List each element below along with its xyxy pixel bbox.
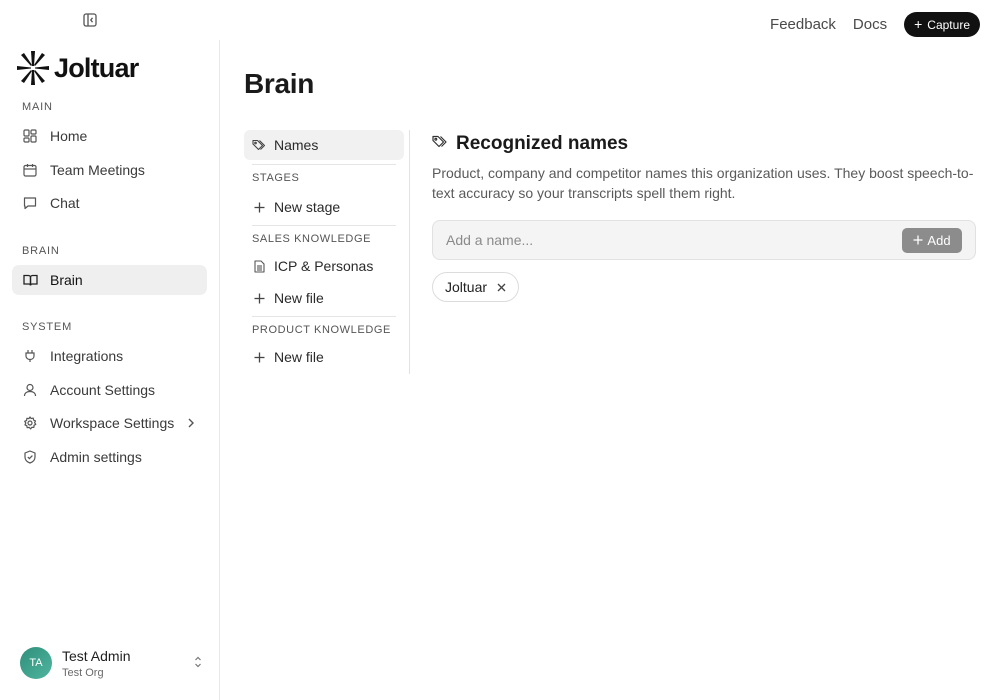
add-label: Add: [927, 233, 951, 248]
book-icon: [22, 272, 38, 288]
chat-icon: [22, 195, 38, 211]
sidebar-item-label: Workspace Settings: [50, 415, 175, 431]
shield-check-icon: [22, 449, 38, 465]
plus-icon: [913, 233, 923, 248]
new-stage-button[interactable]: New stage: [244, 192, 404, 222]
panel-title: Recognized names: [456, 133, 629, 154]
subnav-item-icp-personas[interactable]: ICP & Personas: [244, 251, 404, 281]
top-links: Feedback Docs + Capture: [770, 12, 980, 37]
sidebar-item-integrations[interactable]: Integrations: [12, 341, 207, 371]
page-title: Brain: [244, 68, 315, 99]
plus-icon: [252, 200, 266, 214]
sidebar-item-home[interactable]: Home: [12, 121, 207, 151]
panel-header: Recognized names: [432, 133, 977, 155]
sidebar-item-label: Team Meetings: [50, 162, 145, 178]
product-new-file-button[interactable]: New file: [244, 342, 404, 372]
sidebar-item-label: Brain: [50, 272, 83, 288]
sidebar-item-label: Home: [50, 128, 88, 144]
divider: [252, 316, 396, 317]
add-name-button[interactable]: Add: [902, 228, 962, 253]
chevron-right-icon: [187, 416, 195, 432]
user-name: Test Admin: [62, 647, 131, 664]
capture-label: Capture: [927, 17, 970, 32]
plus-icon: +: [914, 16, 923, 32]
subnav-item-label: New stage: [274, 199, 341, 215]
sidebar-item-label: Chat: [50, 195, 80, 211]
plug-icon: [22, 348, 38, 364]
panel-description: Product, company and competitor names th…: [432, 165, 974, 201]
subnav-item-label: Names: [274, 137, 319, 153]
subnav-item-label: New file: [274, 290, 324, 306]
user-icon: [22, 382, 38, 398]
tags-icon: [432, 135, 448, 154]
recognized-names-panel: Recognized names Product, company and co…: [432, 130, 977, 302]
name-chip-label: Joltuar: [445, 279, 488, 295]
sidebar-collapse-icon[interactable]: [82, 12, 98, 28]
plus-icon: [252, 291, 266, 305]
capture-button[interactable]: + Capture: [904, 12, 980, 37]
subnav-item-label: ICP & Personas: [274, 258, 374, 274]
sidebar-item-chat[interactable]: Chat: [12, 188, 207, 218]
joltuar-logo-icon: [17, 51, 49, 85]
sidebar-item-account-settings[interactable]: Account Settings: [12, 375, 207, 405]
user-menu[interactable]: TA Test Admin Test Org: [20, 646, 202, 680]
subnav-item-label: New file: [274, 349, 324, 365]
sidebar-item-label: Integrations: [50, 348, 124, 364]
divider: [252, 164, 396, 165]
subnav-label-stages: STAGES: [252, 172, 300, 184]
sidebar-item-admin-settings[interactable]: Admin settings: [12, 442, 207, 472]
section-label-main: MAIN: [22, 101, 53, 113]
name-chip: Joltuar: [432, 272, 520, 302]
add-name-row: Add: [432, 220, 976, 260]
subnav-item-names[interactable]: Names: [244, 130, 404, 160]
divider: [252, 225, 396, 226]
sidebar-item-label: Admin settings: [50, 449, 142, 465]
sidebar-item-label: Account Settings: [50, 382, 156, 398]
chevron-up-down-icon: [194, 655, 202, 674]
user-org: Test Org: [62, 666, 104, 679]
feedback-link[interactable]: Feedback: [770, 16, 836, 33]
avatar: TA: [20, 647, 52, 679]
plus-icon: [252, 350, 266, 364]
calendar-icon: [22, 162, 38, 178]
add-name-input[interactable]: [446, 221, 886, 259]
tags-icon: [252, 138, 266, 152]
user-info: Test Admin Test Org: [62, 648, 130, 679]
subnav-label-product-knowledge: PRODUCT KNOWLEDGE: [252, 324, 391, 336]
brain-subnav: Names STAGES New stage SALES KNOWLEDGE I…: [244, 130, 410, 374]
subnav-label-sales-knowledge: SALES KNOWLEDGE: [252, 233, 372, 245]
sales-new-file-button[interactable]: New file: [244, 283, 404, 313]
sidebar: Joltuar MAIN Home Team Meetings Chat BRA…: [0, 40, 220, 700]
sidebar-item-brain[interactable]: Brain: [12, 265, 207, 295]
brand-logo[interactable]: Joltuar: [16, 50, 139, 86]
document-icon: [252, 259, 266, 273]
sidebar-item-team-meetings[interactable]: Team Meetings: [12, 155, 207, 185]
close-icon[interactable]: [497, 283, 506, 292]
brand-name: Joltuar: [54, 52, 139, 83]
sidebar-item-workspace-settings[interactable]: Workspace Settings: [12, 408, 207, 438]
gear-icon: [22, 415, 38, 431]
section-label-brain: BRAIN: [22, 245, 60, 257]
grid-icon: [22, 128, 38, 144]
section-label-system: SYSTEM: [22, 321, 73, 333]
docs-link[interactable]: Docs: [853, 16, 887, 33]
